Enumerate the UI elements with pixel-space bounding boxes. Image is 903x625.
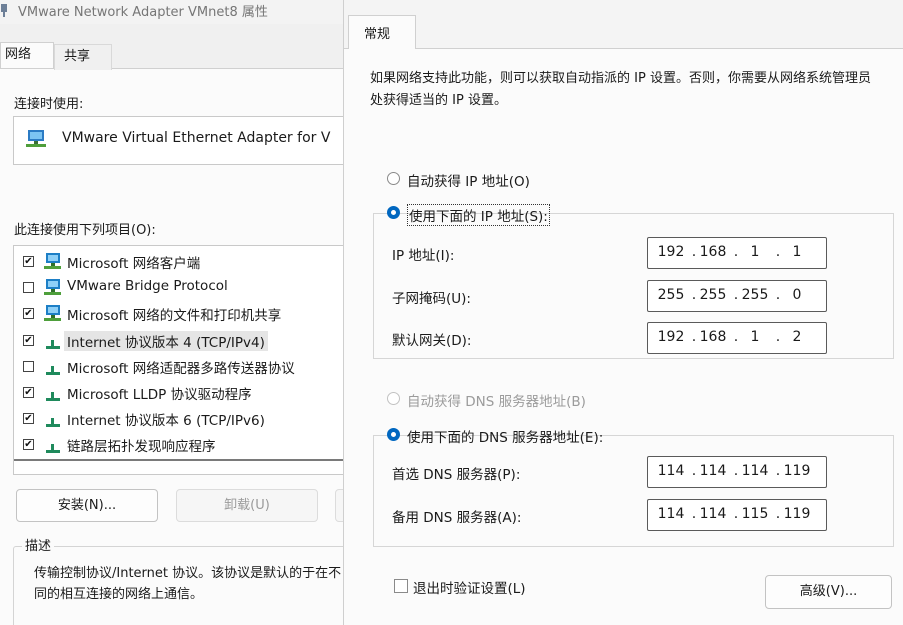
- network-adapter-icon: [26, 130, 46, 147]
- item-checkbox[interactable]: ✔: [23, 334, 34, 346]
- ip-octet[interactable]: 119: [778, 463, 816, 479]
- item-label: Microsoft 网络的文件和打印机共享: [67, 308, 282, 325]
- ip-octet[interactable]: 0: [778, 287, 816, 303]
- network-client-icon: [43, 279, 63, 297]
- radio-label: 使用下面的 IP 地址(S):: [407, 204, 550, 226]
- adapter-display: VMware Virtual Ethernet Adapter for V: [13, 116, 346, 165]
- item-checkbox[interactable]: ✔: [23, 387, 34, 398]
- radio-indicator: [387, 206, 400, 219]
- window-title: VMware Network Adapter VMnet8 属性: [18, 5, 268, 20]
- ip-octet[interactable]: 255: [694, 287, 732, 303]
- ip-octet[interactable]: 119: [778, 506, 816, 522]
- field-label: 默认网关(D):: [392, 333, 472, 349]
- field-label: 子网掩码(U):: [392, 291, 471, 307]
- ip-octet[interactable]: 192: [652, 329, 690, 345]
- ip-octet[interactable]: 168: [694, 244, 732, 260]
- protocol-icon: [43, 358, 63, 376]
- protocol-icon: [43, 332, 63, 350]
- connect-using-label: 连接时使用:: [14, 97, 84, 112]
- horizontal-scrollbar[interactable]: [14, 455, 346, 463]
- ip-address-input[interactable]: 114. 114. 114. 119: [647, 456, 827, 488]
- adapter-properties-window: VMware Network Adapter VMnet8 属性 网络 共享 连…: [0, 0, 346, 625]
- protocol-icon: [43, 436, 63, 454]
- ip-octet[interactable]: 114: [652, 463, 690, 479]
- ip-octet[interactable]: 255: [736, 287, 774, 303]
- item-checkbox[interactable]: ✔: [23, 256, 34, 267]
- network-client-icon: [43, 253, 63, 271]
- item-checkbox[interactable]: ✔: [23, 413, 34, 425]
- ip-octet[interactable]: 192: [652, 244, 690, 260]
- checkbox-label: 退出时验证设置(L): [413, 581, 526, 597]
- ip-octet[interactable]: 114: [652, 506, 690, 522]
- field-label: 备用 DNS 服务器(A):: [392, 510, 522, 526]
- ip-address-input[interactable]: 255. 255. 255. 0: [647, 280, 827, 312]
- ip-octet[interactable]: 2: [778, 329, 816, 345]
- description-title: 描述: [22, 535, 55, 554]
- item-checkbox[interactable]: [23, 360, 34, 372]
- ip-address-input[interactable]: 192. 168. 1. 2: [647, 322, 827, 354]
- description-text: 传输控制协议/Internet 协议。该协议是默认的于在不同的相互连接的网络上通…: [34, 566, 342, 602]
- network-client-icon: [43, 305, 63, 323]
- item-label: Microsoft 网络客户端: [67, 256, 201, 272]
- radio-indicator: [387, 392, 400, 405]
- item-checkbox[interactable]: [23, 282, 34, 294]
- item-checkbox[interactable]: ✔: [23, 308, 34, 320]
- ip-octet[interactable]: 115: [736, 506, 774, 522]
- ip-octet[interactable]: 114: [694, 463, 732, 479]
- items-label: 此连接使用下列项目(O):: [14, 223, 156, 238]
- checkbox-box: [394, 579, 408, 593]
- tab-network[interactable]: 网络: [0, 42, 54, 68]
- title-bar: VMware Network Adapter VMnet8 属性: [0, 0, 346, 24]
- item-checkbox[interactable]: ✔: [23, 439, 34, 451]
- ip-address-input[interactable]: 114. 114. 115. 119: [647, 499, 827, 531]
- radio-label: 自动获得 DNS 服务器地址(B): [407, 394, 586, 410]
- ip-octet[interactable]: 255: [652, 287, 690, 303]
- item-label: 链路层拓扑发现响应程序: [67, 439, 216, 456]
- ip-octet[interactable]: 1: [736, 244, 774, 260]
- ip-address-input[interactable]: 192. 168. 1. 1: [647, 237, 827, 269]
- item-label: Internet 协议版本 4 (TCP/IPv4): [64, 330, 268, 351]
- tab-sharing[interactable]: 共享: [54, 44, 112, 70]
- radio-indicator: [387, 172, 400, 185]
- protocol-icon: [43, 410, 63, 428]
- ip-octet[interactable]: 114: [736, 463, 774, 479]
- intro-text: 如果网络支持此功能，则可以获取自动指派的 IP 设置。否则，你需要从网络系统管理…: [370, 71, 871, 108]
- item-label: Microsoft LLDP 协议驱动程序: [67, 387, 252, 403]
- field-label: IP 地址(I):: [392, 248, 455, 264]
- protocol-icon: [43, 384, 63, 402]
- install-button[interactable]: 安装(N)...: [16, 489, 158, 522]
- ipv4-properties-window: 常规 如果网络支持此功能，则可以获取自动指派的 IP 设置。否则，你需要从网络系…: [343, 0, 903, 625]
- item-label: VMware Bridge Protocol: [67, 278, 228, 295]
- connection-items-list[interactable]: ✔ Microsoft 网络客户端 VMware Bridge Protocol ✔ M…: [13, 245, 346, 475]
- adapter-name: VMware Virtual Ethernet Adapter for V: [62, 130, 331, 146]
- uninstall-button[interactable]: 卸载(U): [176, 489, 318, 522]
- ip-octet[interactable]: 1: [736, 329, 774, 345]
- radio-label: 使用下面的 DNS 服务器地址(E):: [407, 430, 604, 446]
- radio-indicator: [387, 428, 400, 441]
- advanced-button[interactable]: 高级(V)...: [765, 575, 892, 609]
- field-label: 首选 DNS 服务器(P):: [392, 467, 521, 483]
- ip-octet[interactable]: 1: [778, 244, 816, 260]
- item-label: Microsoft 网络适配器多路传送器协议: [67, 360, 295, 377]
- network-adapter-icon: [1, 4, 7, 17]
- radio-label: 自动获得 IP 地址(O): [407, 174, 530, 190]
- ip-octet[interactable]: 168: [694, 329, 732, 345]
- tab-general[interactable]: 常规: [348, 15, 416, 49]
- ip-octet[interactable]: 114: [694, 506, 732, 522]
- item-label: Internet 协议版本 6 (TCP/IPv6): [67, 413, 265, 430]
